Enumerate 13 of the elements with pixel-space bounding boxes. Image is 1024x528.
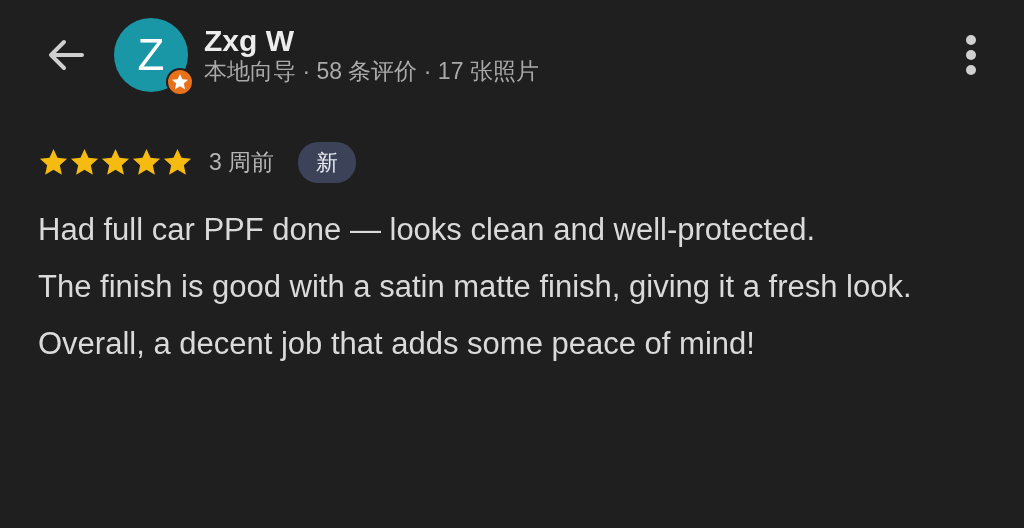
star-icon bbox=[131, 147, 162, 178]
review-time: 3 周前 bbox=[209, 148, 275, 178]
reviewer-name: Zxg W bbox=[204, 23, 295, 57]
review-text: Overall, a decent job that adds some peace of mind! bbox=[38, 325, 756, 363]
star-icon bbox=[100, 147, 131, 178]
star-icon bbox=[162, 147, 193, 178]
review-text: Had full car PPF done — looks clean and well-protected. bbox=[38, 211, 817, 249]
reviewer-stats: 本地向导 · 58 条评价 · 17 张照片 bbox=[204, 57, 540, 86]
star-icon bbox=[69, 147, 100, 178]
star-icon bbox=[38, 147, 69, 178]
new-badge: 新 bbox=[298, 142, 357, 183]
review-text: The finish is good with a satin matte finish, giving it a fresh look. bbox=[38, 268, 913, 306]
more-options-icon[interactable] bbox=[964, 33, 978, 77]
